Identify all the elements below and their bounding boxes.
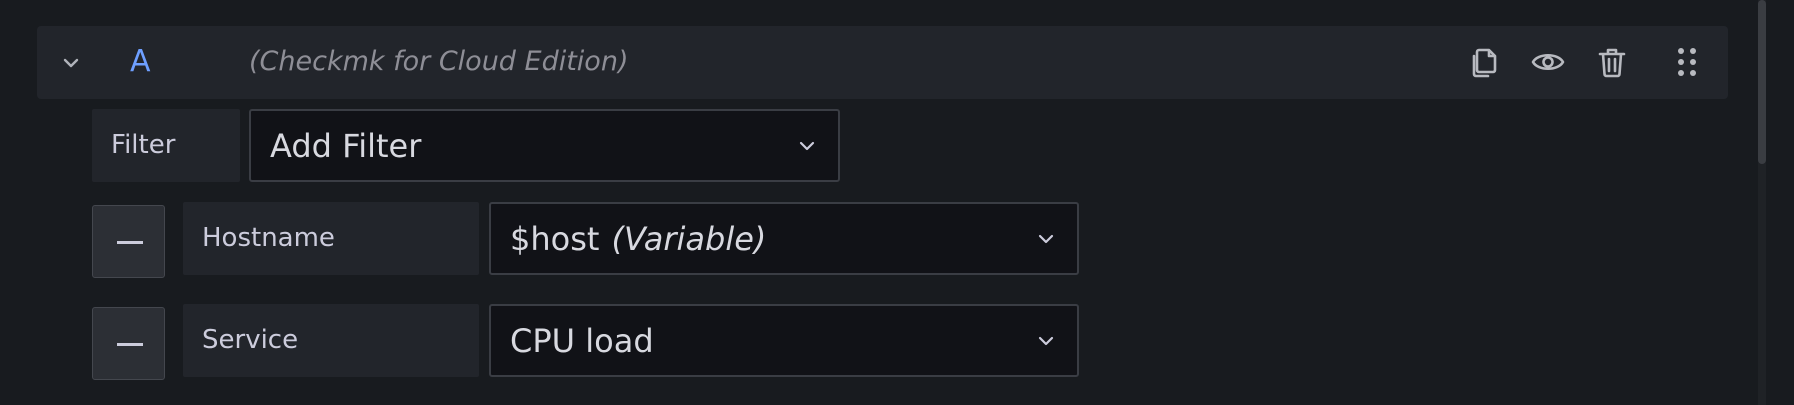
- eye-icon[interactable]: [1530, 44, 1566, 80]
- remove-service-filter-button[interactable]: [92, 307, 165, 380]
- collapse-chevron-icon[interactable]: [59, 51, 83, 75]
- duplicate-icon[interactable]: [1466, 44, 1502, 80]
- chevron-down-icon: [799, 141, 815, 150]
- trash-icon[interactable]: [1594, 44, 1630, 80]
- remove-hostname-filter-button[interactable]: [92, 205, 165, 278]
- minus-icon: [117, 343, 143, 346]
- hostname-label: Hostname: [183, 202, 479, 275]
- minus-icon: [117, 241, 143, 244]
- hostname-select[interactable]: $host (Variable): [489, 202, 1079, 275]
- hostname-value: $host: [510, 219, 600, 258]
- filter-label: Filter: [92, 109, 240, 182]
- scrollbar-thumb[interactable]: [1758, 0, 1766, 164]
- drag-handle-icon[interactable]: [1669, 44, 1705, 80]
- chevron-down-icon: [1038, 336, 1054, 345]
- hostname-variable-tag: (Variable): [611, 219, 767, 258]
- service-select[interactable]: CPU load: [489, 304, 1079, 377]
- service-label: Service: [183, 304, 479, 377]
- add-filter-select[interactable]: Add Filter: [249, 109, 840, 182]
- chevron-down-icon: [1038, 234, 1054, 243]
- query-header-row: A (Checkmk for Cloud Edition): [37, 26, 1728, 99]
- query-ref-id[interactable]: A: [130, 40, 151, 84]
- service-value: CPU load: [510, 321, 654, 360]
- datasource-name: (Checkmk for Cloud Edition): [249, 46, 629, 77]
- add-filter-placeholder: Add Filter: [270, 126, 422, 165]
